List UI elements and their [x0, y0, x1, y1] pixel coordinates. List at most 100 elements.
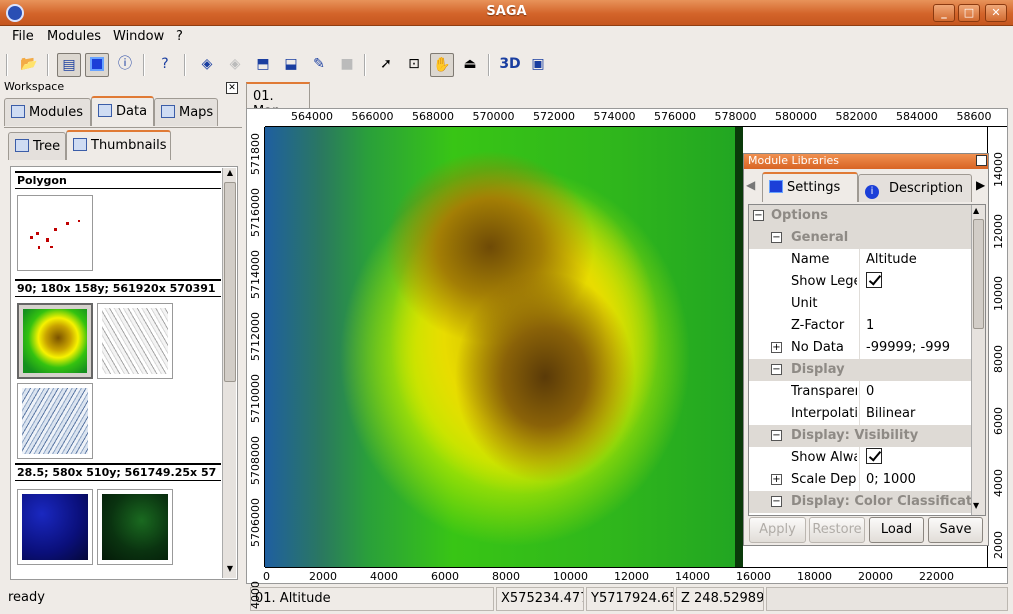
property-show-legend[interactable]: Show Lege — [749, 271, 971, 293]
3d-view-icon[interactable]: 3D — [498, 53, 522, 77]
help-icon[interactable]: ? — [153, 53, 177, 77]
thumbnail-relief[interactable] — [17, 383, 93, 459]
open-icon[interactable]: 📂 — [17, 53, 41, 77]
z-factor-value[interactable]: 1 — [859, 315, 971, 337]
unit-value[interactable] — [859, 293, 971, 315]
pan-hand-icon[interactable]: ✋ — [430, 53, 454, 77]
collapse-icon[interactable]: − — [771, 430, 782, 441]
tab-map[interactable]: 01. Map — [246, 82, 310, 119]
subtab-thumbnails[interactable]: Thumbnails — [66, 130, 171, 160]
display-visibility-row[interactable]: − Display: Visibility — [749, 425, 971, 447]
property-unit[interactable]: Unit — [749, 293, 971, 315]
status-bar: ready 01. Altitude X575234.477 Y5717924.… — [0, 585, 1013, 614]
right-ruler: 14000 12000 10000 8000 6000 4000 2000 — [987, 127, 1007, 567]
expand-icon[interactable]: + — [771, 342, 782, 353]
minimize-button[interactable]: _ — [933, 4, 955, 22]
show-always-key: Show Alwa — [791, 450, 857, 465]
tab-modules[interactable]: Modules — [4, 98, 91, 126]
tab-description[interactable]: i Description — [858, 174, 972, 202]
scroll-up-icon[interactable]: ▲ — [224, 168, 236, 180]
module-libraries-close-icon[interactable]: ✕ — [976, 155, 987, 166]
close-button[interactable]: ✕ — [985, 4, 1007, 22]
thumbnail-blue-grid[interactable] — [17, 489, 93, 565]
thumbnail-list: Polygon 90; 180x 158y; 561920x 570391 28… — [10, 166, 238, 580]
no-data-value[interactable]: -99999; -999 — [859, 337, 971, 359]
menu-window[interactable]: Window — [113, 29, 164, 44]
general-row[interactable]: − General — [749, 227, 971, 249]
options-row[interactable]: − Options — [749, 205, 971, 227]
maximize-button[interactable]: □ — [958, 4, 980, 22]
display-row[interactable]: − Display — [749, 359, 971, 381]
transparency-value[interactable]: 0 — [859, 381, 971, 403]
ruler-tick-label: 584000 — [896, 110, 938, 123]
interpolation-value[interactable]: Bilinear — [859, 403, 971, 425]
show-always-value[interactable] — [859, 447, 971, 469]
workspace-toggle-icon[interactable]: ▤ — [57, 53, 81, 77]
settings-scrollbar[interactable]: ▲ ▼ — [971, 205, 985, 515]
collapse-icon[interactable]: − — [771, 232, 782, 243]
tabs-scroll-right-icon[interactable]: ▶ — [976, 178, 985, 192]
window-title: SAGA — [486, 4, 527, 19]
scroll-down-icon[interactable]: ▼ — [224, 564, 236, 576]
tab-maps[interactable]: Maps — [154, 98, 218, 126]
scroll-up-icon[interactable]: ▲ — [973, 206, 979, 215]
zoom-back-icon[interactable]: ◈ — [223, 53, 247, 77]
settings-property-grid: − Options − General Name Altitude Show Lege… — [748, 204, 986, 516]
general-label: General — [791, 230, 849, 245]
expand-icon[interactable]: + — [771, 474, 782, 485]
green-grid-preview — [102, 494, 168, 560]
zoom-layer-icon[interactable]: ⬒ — [251, 53, 275, 77]
property-z-factor[interactable]: Z-Factor 1 — [749, 315, 971, 337]
menu-file[interactable]: File — [12, 29, 34, 44]
tab-settings[interactable]: Settings — [762, 172, 858, 202]
menu-help[interactable]: ? — [176, 29, 183, 44]
workspace-close-icon[interactable]: ✕ — [226, 82, 238, 94]
property-show-always[interactable]: Show Alwa — [749, 447, 971, 469]
ruler-tick-label: 572000 — [533, 110, 575, 123]
scroll-thumb[interactable] — [973, 219, 984, 329]
ruler-tick-label: 14000 — [992, 152, 1005, 187]
thumbnail-polygon[interactable] — [17, 195, 93, 271]
property-name[interactable]: Name Altitude — [749, 249, 971, 271]
name-value[interactable]: Altitude — [859, 249, 971, 271]
module-libraries-title-text: Module Libraries — [748, 154, 840, 167]
ruler-tick-label: 5710000 — [249, 374, 262, 423]
thumbnail-altitude[interactable] — [17, 303, 93, 379]
show-legend-checkbox[interactable] — [866, 272, 882, 288]
apply-button[interactable]: Apply — [749, 517, 806, 543]
select-arrow-icon[interactable]: ➚ — [374, 53, 398, 77]
subtab-tree[interactable]: Tree — [8, 132, 66, 160]
tab-data[interactable]: Data — [91, 96, 154, 126]
distance-tool-icon[interactable]: ⏏ — [458, 53, 482, 77]
collapse-icon[interactable]: − — [771, 364, 782, 375]
tabs-scroll-left-icon[interactable]: ◀ — [746, 178, 755, 192]
altitude-grid-raster[interactable] — [265, 127, 743, 567]
save-button[interactable]: Save — [928, 517, 983, 543]
synchronize-icon[interactable]: ✎ — [307, 53, 331, 77]
info-icon[interactable]: ⓘ — [113, 53, 137, 77]
show-legend-value[interactable] — [859, 271, 971, 293]
scroll-down-icon[interactable]: ▼ — [973, 501, 979, 510]
workspace-scrollbar[interactable]: ▲ ▼ — [222, 168, 236, 578]
ruler-tick-label: 576000 — [654, 110, 696, 123]
property-scale-dependency[interactable]: + Scale Depe0; 1000 — [749, 469, 971, 491]
property-transparency[interactable]: Transparer 0 — [749, 381, 971, 403]
scroll-thumb[interactable] — [224, 182, 236, 382]
display-color-classification-row[interactable]: − Display: Color Classificat — [749, 491, 972, 513]
property-interpolation[interactable]: InterpolaticBilinear — [749, 403, 971, 425]
collapse-icon[interactable]: − — [771, 496, 782, 507]
thumbnail-green-grid[interactable] — [97, 489, 173, 565]
zoom-full-icon[interactable]: ◈ — [195, 53, 219, 77]
collapse-icon[interactable]: − — [753, 210, 764, 221]
layout-icon[interactable]: ▣ — [526, 53, 550, 77]
load-button[interactable]: Load — [869, 517, 924, 543]
zoom-selection-icon[interactable]: ⬓ — [279, 53, 303, 77]
scale-dependency-value[interactable]: 0; 1000 — [859, 469, 971, 491]
restore-button[interactable]: Restore — [809, 517, 865, 543]
property-no-data[interactable]: + No Data -99999; -999 — [749, 337, 971, 359]
thumbnail-hillshade[interactable] — [97, 303, 173, 379]
zoom-tool-icon[interactable]: ⊡ — [402, 53, 426, 77]
module-libraries-toggle-icon[interactable] — [85, 53, 109, 77]
menu-modules[interactable]: Modules — [47, 29, 101, 44]
show-always-checkbox[interactable] — [866, 448, 882, 464]
